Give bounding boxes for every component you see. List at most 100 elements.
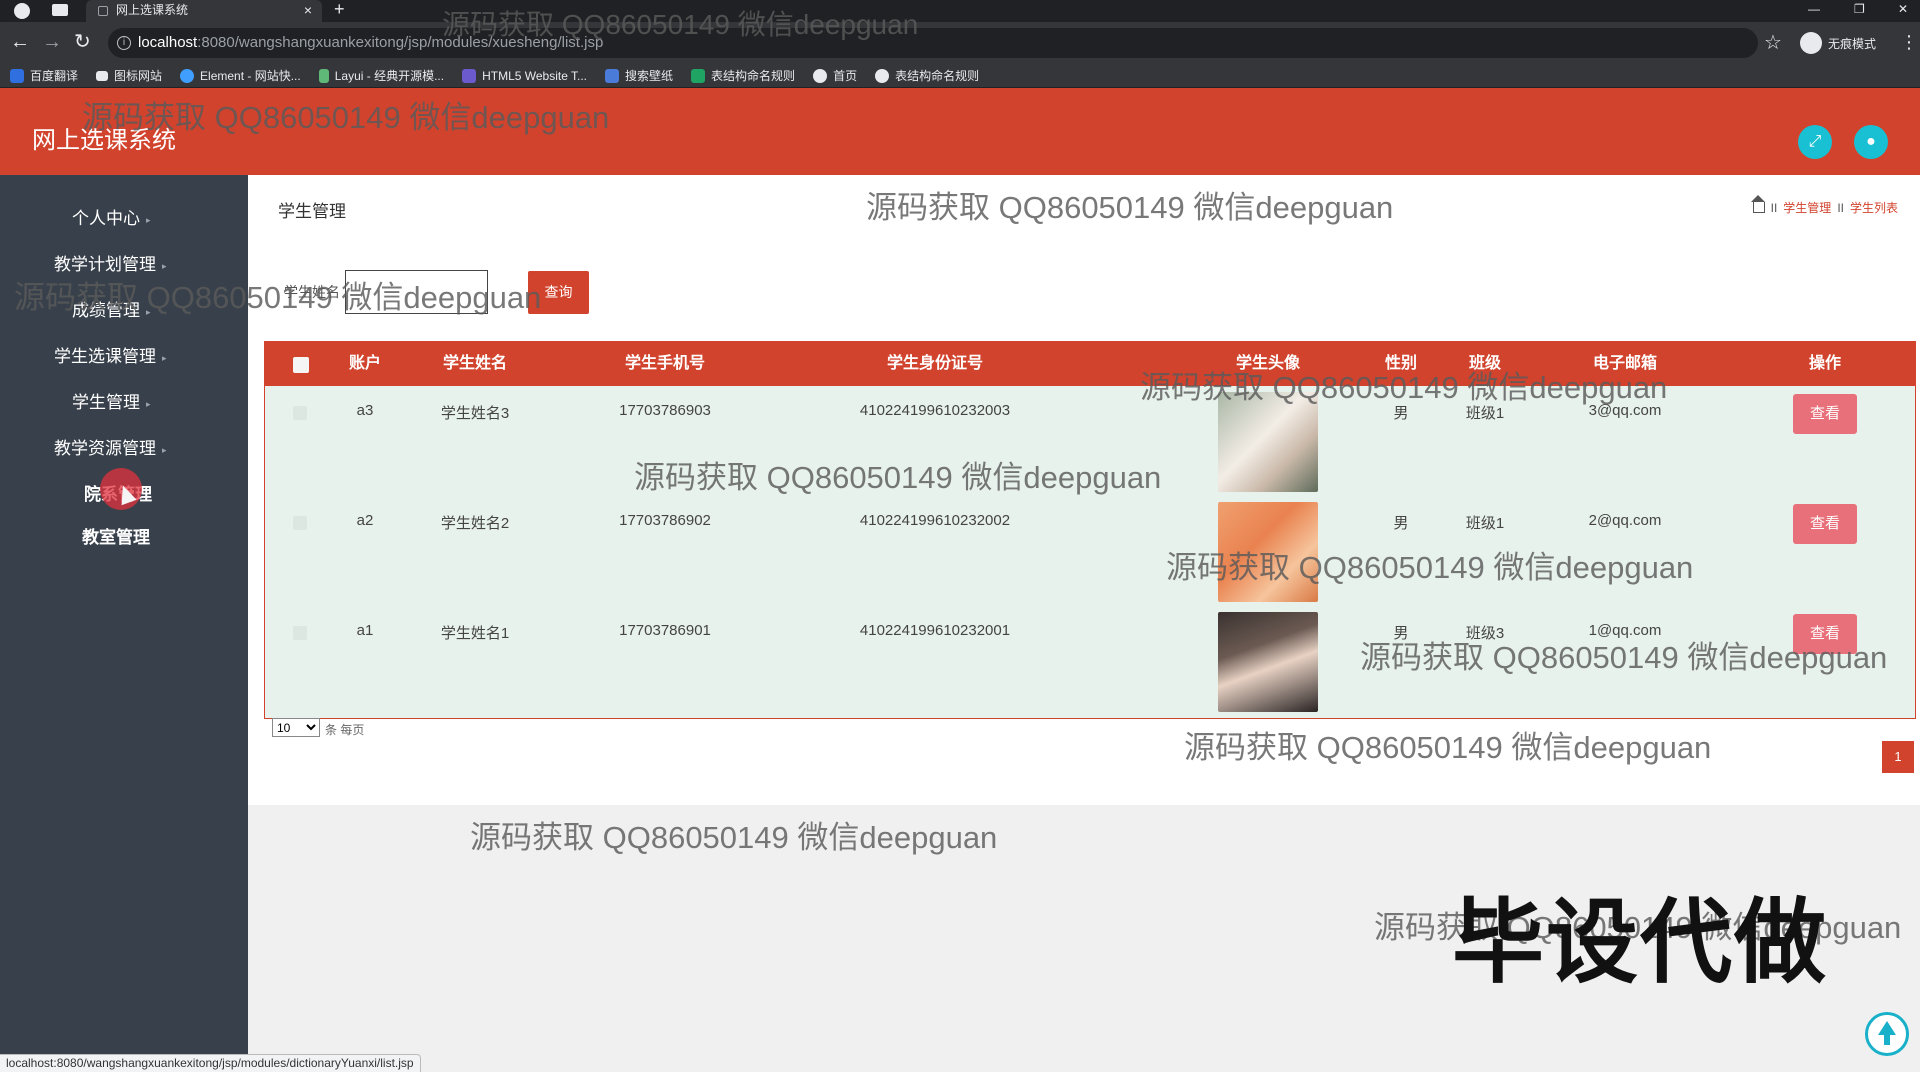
table-row: a3 学生姓名3 17703786903 410224199610232003 … bbox=[265, 386, 1915, 496]
sidebar-item-teaching-plan[interactable]: 教学计划管理 ▸ bbox=[0, 245, 248, 285]
sidebar: 个人中心 ▸ 教学计划管理 ▸ 成绩管理 ▸ 学生选课管理 ▸ 学生管理 ▸ 教学资源管理… bbox=[0, 175, 248, 1072]
element-icon bbox=[180, 68, 195, 83]
content-panel: 学生管理 II 学生管理 II 学生列表 学生姓名 查询 账户 学生姓名 学生手… bbox=[248, 175, 1920, 805]
row-checkbox[interactable] bbox=[293, 626, 307, 640]
breadcrumb-item[interactable]: 学生列表 bbox=[1850, 199, 1898, 216]
bookmark-item[interactable]: 图标网站 bbox=[96, 67, 162, 84]
sidebar-item-classrooms[interactable]: 教室管理 bbox=[0, 518, 248, 558]
incognito-icon bbox=[1800, 32, 1822, 54]
globe-icon bbox=[813, 68, 828, 83]
browser-tab[interactable]: 网上选课系统 × bbox=[86, 0, 322, 22]
forward-icon[interactable]: → bbox=[42, 30, 62, 54]
bookmark-item[interactable]: HTML5 Website T... bbox=[462, 68, 587, 83]
browser-menu-icon[interactable]: ⋮ bbox=[1900, 30, 1918, 54]
sidebar-item-grades[interactable]: 成绩管理 ▸ bbox=[0, 291, 248, 331]
bookmark-item[interactable]: 首页 bbox=[813, 67, 857, 84]
cell-account: a1 bbox=[356, 622, 374, 639]
tab-search-icon[interactable] bbox=[52, 4, 68, 16]
chevron-icon: ▸ bbox=[146, 306, 151, 317]
user-icon[interactable]: ● bbox=[1854, 125, 1888, 159]
cell-phone: 17703786901 bbox=[619, 622, 711, 639]
search-label: 学生姓名 bbox=[284, 284, 340, 300]
status-bar-url: localhost:8080/wangshangxuankexitong/jsp… bbox=[0, 1054, 421, 1072]
chevron-icon: ▸ bbox=[146, 214, 151, 225]
cell-email: 1@qq.com bbox=[1588, 622, 1662, 639]
new-tab-button[interactable]: + bbox=[334, 0, 345, 18]
column-header: 学生身份证号 bbox=[886, 355, 983, 372]
back-icon[interactable]: ← bbox=[10, 30, 30, 54]
cell-id-card: 410224199610232003 bbox=[859, 402, 1011, 419]
cell-phone: 17703786902 bbox=[619, 512, 711, 529]
table-row: a2 学生姓名2 17703786902 410224199610232002 … bbox=[265, 496, 1915, 606]
reload-icon[interactable]: ↻ bbox=[74, 30, 91, 54]
url-field[interactable]: i localhost:8080/wangshangxuankexitong/j… bbox=[108, 28, 1758, 58]
app-title: 网上选课系统 bbox=[32, 127, 176, 154]
sidebar-item-course-selection[interactable]: 学生选课管理 ▸ bbox=[0, 337, 248, 377]
search-input[interactable] bbox=[345, 270, 488, 314]
chevron-icon: ▸ bbox=[146, 398, 151, 409]
cell-email: 2@qq.com bbox=[1588, 512, 1662, 529]
html5-icon bbox=[462, 68, 477, 83]
view-button[interactable]: 查看 bbox=[1793, 504, 1857, 544]
student-table: 账户 学生姓名 学生手机号 学生身份证号 学生头像 性别 班级 电子邮箱 操作 … bbox=[264, 341, 1916, 719]
bookmark-item[interactable]: 表结构命名规则 bbox=[691, 67, 795, 84]
bookmark-item[interactable]: Layui - 经典开源模... bbox=[318, 67, 444, 84]
cell-gender: 男 bbox=[1393, 515, 1409, 532]
sidebar-item-students[interactable]: 学生管理 ▸ bbox=[0, 383, 248, 423]
layui-icon bbox=[318, 68, 329, 83]
cell-class: 班级3 bbox=[1465, 625, 1505, 642]
table-header: 账户 学生姓名 学生手机号 学生身份证号 学生头像 性别 班级 电子邮箱 操作 bbox=[265, 342, 1915, 386]
tab-close-icon[interactable]: × bbox=[304, 0, 312, 20]
column-header: 学生姓名 bbox=[442, 355, 507, 372]
view-button[interactable]: 查看 bbox=[1793, 614, 1857, 654]
window-close-icon[interactable]: ✕ bbox=[1898, 0, 1908, 18]
minimize-icon[interactable]: — bbox=[1808, 0, 1820, 18]
wallpaper-icon bbox=[605, 68, 620, 83]
bookmark-star-icon[interactable]: ☆ bbox=[1764, 30, 1782, 56]
view-button[interactable]: 查看 bbox=[1793, 394, 1857, 434]
tab-favicon-icon bbox=[98, 6, 108, 16]
bookmark-item[interactable]: 表结构命名规则 bbox=[875, 67, 979, 84]
column-header: 学生头像 bbox=[1235, 355, 1300, 372]
cell-class: 班级1 bbox=[1465, 405, 1505, 422]
row-checkbox[interactable] bbox=[293, 516, 307, 530]
restore-icon[interactable]: ❐ bbox=[1854, 0, 1865, 18]
site-info-icon[interactable]: i bbox=[117, 36, 131, 50]
address-bar: ← → ↻ i localhost:8080/wangshangxuankexi… bbox=[0, 22, 1920, 64]
select-all-checkbox[interactable] bbox=[293, 357, 309, 373]
cell-account: a3 bbox=[356, 402, 374, 419]
page-number-button[interactable]: 1 bbox=[1882, 741, 1914, 773]
cell-email: 3@qq.com bbox=[1588, 402, 1662, 419]
column-header: 班级 bbox=[1468, 355, 1501, 372]
bookmark-item[interactable]: 搜索壁纸 bbox=[605, 67, 673, 84]
breadcrumb: II 学生管理 II 学生列表 bbox=[1750, 195, 1898, 216]
sidebar-item-personal-center[interactable]: 个人中心 ▸ bbox=[0, 199, 248, 239]
table-row: a1 学生姓名1 17703786901 410224199610232001 … bbox=[265, 606, 1915, 716]
bookmark-item[interactable]: 百度翻译 bbox=[10, 67, 78, 84]
incognito-label: 无痕模式 bbox=[1828, 36, 1877, 51]
flag-icon bbox=[96, 70, 109, 81]
sidebar-item-teaching-resources[interactable]: 教学资源管理 ▸ bbox=[0, 429, 248, 469]
cell-account: a2 bbox=[356, 512, 374, 529]
breadcrumb-item[interactable]: 学生管理 bbox=[1783, 199, 1831, 216]
search-button[interactable]: 查询 bbox=[528, 271, 589, 314]
cell-name: 学生姓名3 bbox=[440, 405, 510, 422]
cell-name: 学生姓名1 bbox=[440, 625, 510, 642]
bookmark-item[interactable]: Element - 网站快... bbox=[180, 67, 301, 84]
cell-phone: 17703786903 bbox=[619, 402, 711, 419]
cell-id-card: 410224199610232001 bbox=[859, 622, 1011, 639]
page-size-label: 条 每页 bbox=[325, 723, 365, 737]
back-to-top-icon[interactable] bbox=[1865, 1012, 1909, 1056]
browser-logo-icon bbox=[14, 3, 30, 19]
page-size-select[interactable]: 10 bbox=[272, 718, 320, 737]
cell-id-card: 410224199610232002 bbox=[859, 512, 1011, 529]
row-checkbox[interactable] bbox=[293, 406, 307, 420]
fullscreen-icon[interactable]: ⤢ bbox=[1798, 125, 1832, 159]
browser-tab-bar: 网上选课系统 × + — ❐ ✕ bbox=[0, 0, 1920, 22]
column-header: 操作 bbox=[1808, 355, 1841, 372]
incognito-indicator[interactable]: 无痕模式 bbox=[1800, 31, 1876, 55]
home-icon[interactable] bbox=[1750, 195, 1765, 213]
student-avatar bbox=[1218, 502, 1318, 602]
tab-title: 网上选课系统 bbox=[116, 3, 189, 17]
chevron-icon: ▸ bbox=[162, 444, 167, 455]
